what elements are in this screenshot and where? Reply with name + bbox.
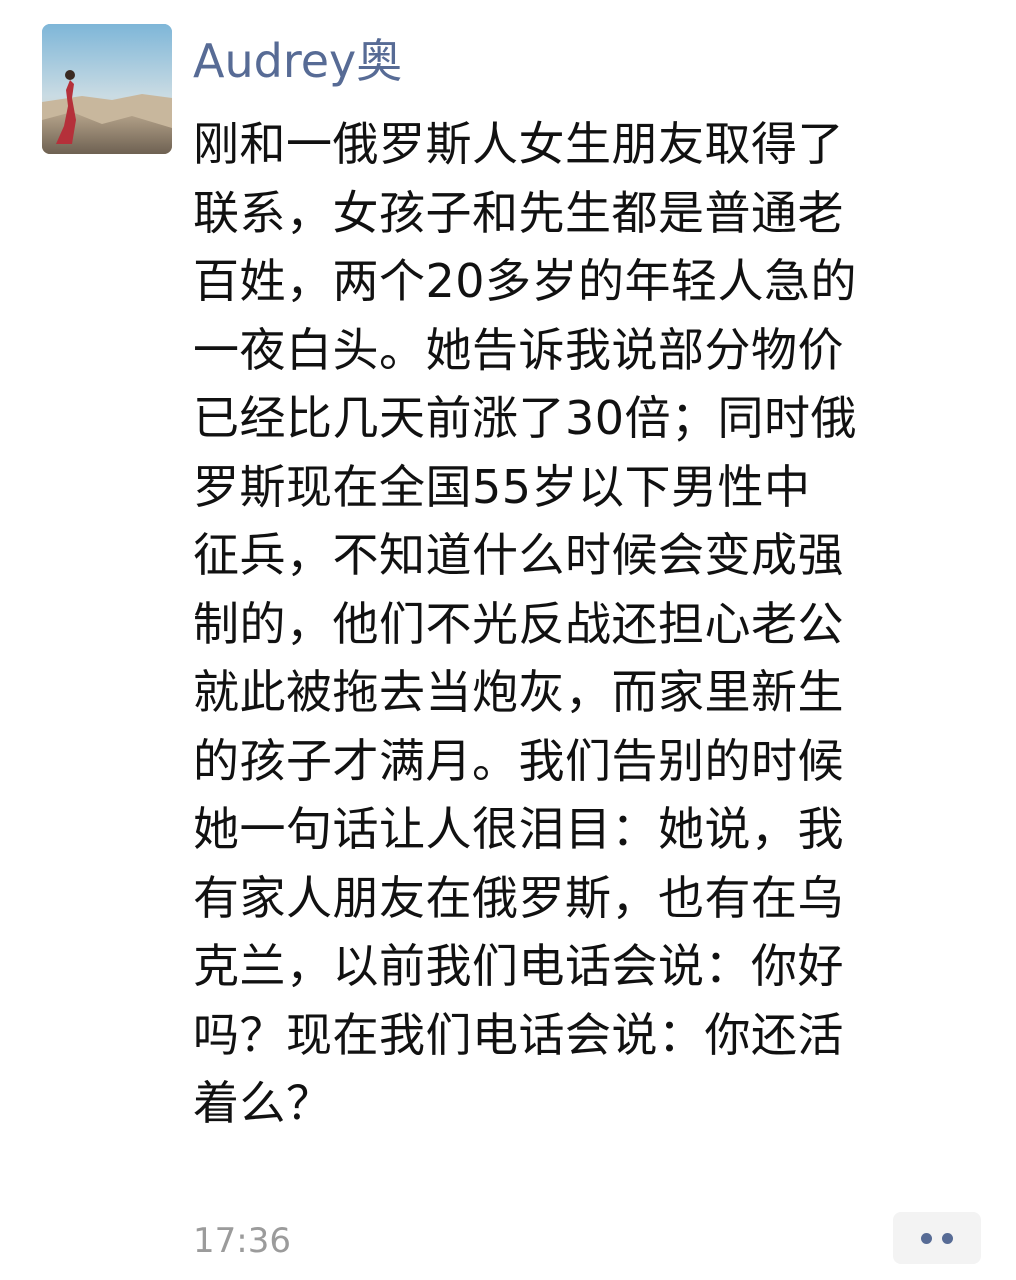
post-content-line: 克兰，以前我们电话会说：你好 (193, 939, 844, 993)
post-content-line: 已经比几天前涨了30倍；同时俄 (193, 391, 858, 445)
post-content: 刚和一俄罗斯人女生朋友取得了 联系，女孩子和先生都是普通老 百姓，两个20多岁的… (193, 110, 963, 1138)
post-content-line: 一夜白头。她告诉我说部分物价 (193, 322, 844, 377)
moments-post: Audrey奥 刚和一俄罗斯人女生朋友取得了 联系，女孩子和先生都是普通老 百姓… (0, 0, 1016, 1280)
post-content-line: 着么？ (193, 1076, 333, 1130)
avatar-photo (42, 24, 172, 154)
author-name[interactable]: Audrey奥 (193, 30, 402, 92)
post-content-line: 罗斯现在全国55岁以下男性中 (193, 459, 811, 514)
post-timestamp: 17:36 (193, 1221, 291, 1261)
post-content-line: 吗？现在我们电话会说：你还活 (193, 1007, 844, 1062)
post-content-line: 征兵，不知道什么时候会变成强 (193, 528, 844, 582)
post-content-line: 有家人朋友在俄罗斯，也有在乌 (193, 870, 844, 925)
avatar[interactable] (42, 24, 172, 154)
post-content-line: 她一句话让人很泪目：她说，我 (193, 802, 844, 856)
post-content-line: 刚和一俄罗斯人女生朋友取得了 (193, 117, 844, 171)
post-content-line: 联系，女孩子和先生都是普通老 (193, 185, 844, 240)
post-content-line: 就此被拖去当炮灰，而家里新生 (193, 665, 844, 719)
more-button[interactable] (893, 1212, 981, 1264)
more-dots-icon (921, 1232, 953, 1244)
post-content-line: 制的，他们不光反战还担心老公 (193, 596, 844, 651)
post-content-line: 的孩子才满月。我们告别的时候 (193, 733, 844, 788)
post-content-line: 百姓，两个20多岁的年轻人急的 (193, 254, 858, 308)
